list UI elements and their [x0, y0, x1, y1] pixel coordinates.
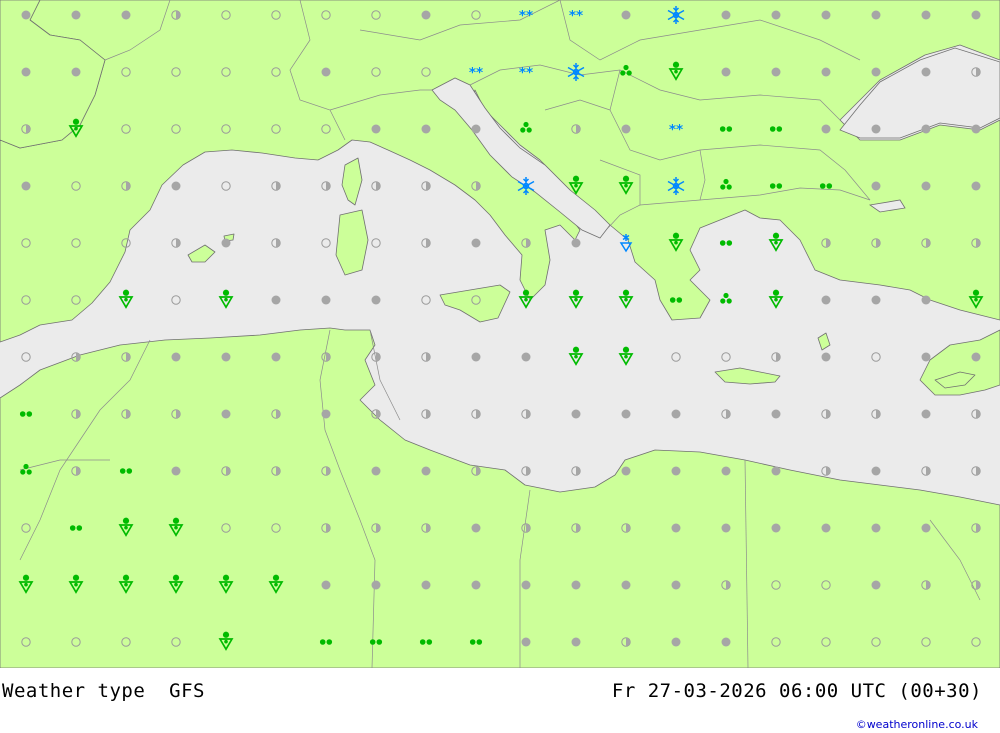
- overcast-icon: [721, 523, 731, 533]
- overcast-icon: [321, 580, 331, 590]
- overcast-icon: [971, 124, 981, 134]
- overcast-icon: [721, 10, 731, 20]
- overcast-icon: [871, 580, 881, 590]
- overcast-icon: [821, 295, 831, 305]
- overcast-icon: [421, 124, 431, 134]
- overcast-icon: [321, 409, 331, 419]
- overcast-icon: [871, 67, 881, 77]
- overcast-icon: [471, 352, 481, 362]
- overcast-icon: [671, 466, 681, 476]
- overcast-icon: [671, 637, 681, 647]
- overcast-icon: [721, 466, 731, 476]
- overcast-icon: [121, 10, 131, 20]
- overcast-icon: [821, 352, 831, 362]
- overcast-icon: [171, 352, 181, 362]
- overcast-icon: [921, 67, 931, 77]
- overcast-icon: [771, 523, 781, 533]
- overcast-icon: [571, 637, 581, 647]
- overcast-icon: [921, 352, 931, 362]
- overcast-icon: [221, 409, 231, 419]
- overcast-icon: [721, 67, 731, 77]
- overcast-icon: [621, 409, 631, 419]
- overcast-icon: [221, 352, 231, 362]
- overcast-icon: [371, 466, 381, 476]
- overcast-icon: [521, 352, 531, 362]
- overcast-icon: [621, 124, 631, 134]
- overcast-icon: [471, 124, 481, 134]
- overcast-icon: [271, 295, 281, 305]
- overcast-icon: [221, 238, 231, 248]
- overcast-icon: [471, 523, 481, 533]
- overcast-icon: [21, 10, 31, 20]
- overcast-icon: [321, 295, 331, 305]
- overcast-icon: [971, 10, 981, 20]
- snow-icon: [518, 7, 534, 23]
- overcast-icon: [371, 124, 381, 134]
- overcast-icon: [821, 67, 831, 77]
- overcast-icon: [371, 580, 381, 590]
- overcast-icon: [471, 580, 481, 590]
- weather-map: **: [0, 0, 1000, 668]
- overcast-icon: [921, 409, 931, 419]
- forecast-time: Fr 27-03-2026 06:00 UTC (00+30): [611, 680, 982, 702]
- overcast-icon: [821, 10, 831, 20]
- overcast-icon: [821, 523, 831, 533]
- overcast-icon: [871, 523, 881, 533]
- overcast-icon: [71, 10, 81, 20]
- overcast-icon: [671, 580, 681, 590]
- overcast-icon: [771, 67, 781, 77]
- overcast-icon: [521, 637, 531, 647]
- credit-link[interactable]: ©weatheronline.co.uk: [856, 718, 978, 731]
- overcast-icon: [871, 466, 881, 476]
- overcast-icon: [271, 352, 281, 362]
- overcast-icon: [671, 523, 681, 533]
- overcast-icon: [571, 409, 581, 419]
- overcast-icon: [321, 67, 331, 77]
- overcast-icon: [171, 466, 181, 476]
- overcast-icon: [971, 181, 981, 191]
- map-footer: Weather type GFS Fr 27-03-2026 06:00 UTC…: [0, 668, 1000, 733]
- overcast-icon: [21, 181, 31, 191]
- overcast-icon: [621, 10, 631, 20]
- overcast-icon: [971, 352, 981, 362]
- overcast-icon: [421, 580, 431, 590]
- overcast-icon: [571, 580, 581, 590]
- overcast-icon: [921, 181, 931, 191]
- overcast-icon: [371, 295, 381, 305]
- overcast-icon: [721, 637, 731, 647]
- overcast-icon: [871, 10, 881, 20]
- land-sardinia: [335, 209, 369, 276]
- overcast-icon: [671, 409, 681, 419]
- overcast-icon: [71, 67, 81, 77]
- overcast-icon: [871, 295, 881, 305]
- overcast-icon: [421, 466, 431, 476]
- snow-icon: [468, 64, 484, 80]
- overcast-icon: [871, 181, 881, 191]
- map-title: Weather type GFS: [2, 680, 205, 702]
- overcast-icon: [771, 10, 781, 20]
- overcast-icon: [921, 295, 931, 305]
- snow-icon: [568, 7, 584, 23]
- overcast-icon: [171, 181, 181, 191]
- overcast-icon: [521, 580, 531, 590]
- overcast-icon: [871, 124, 881, 134]
- overcast-icon: [821, 124, 831, 134]
- overcast-icon: [921, 124, 931, 134]
- overcast-icon: [621, 580, 631, 590]
- overcast-icon: [571, 238, 581, 248]
- overcast-icon: [921, 523, 931, 533]
- overcast-icon: [771, 466, 781, 476]
- overcast-icon: [621, 466, 631, 476]
- overcast-icon: [921, 10, 931, 20]
- overcast-icon: [21, 67, 31, 77]
- overcast-icon: [771, 409, 781, 419]
- snow-icon: [518, 64, 534, 80]
- snow-icon: [668, 121, 684, 137]
- overcast-icon: [471, 238, 481, 248]
- overcast-icon: [421, 10, 431, 20]
